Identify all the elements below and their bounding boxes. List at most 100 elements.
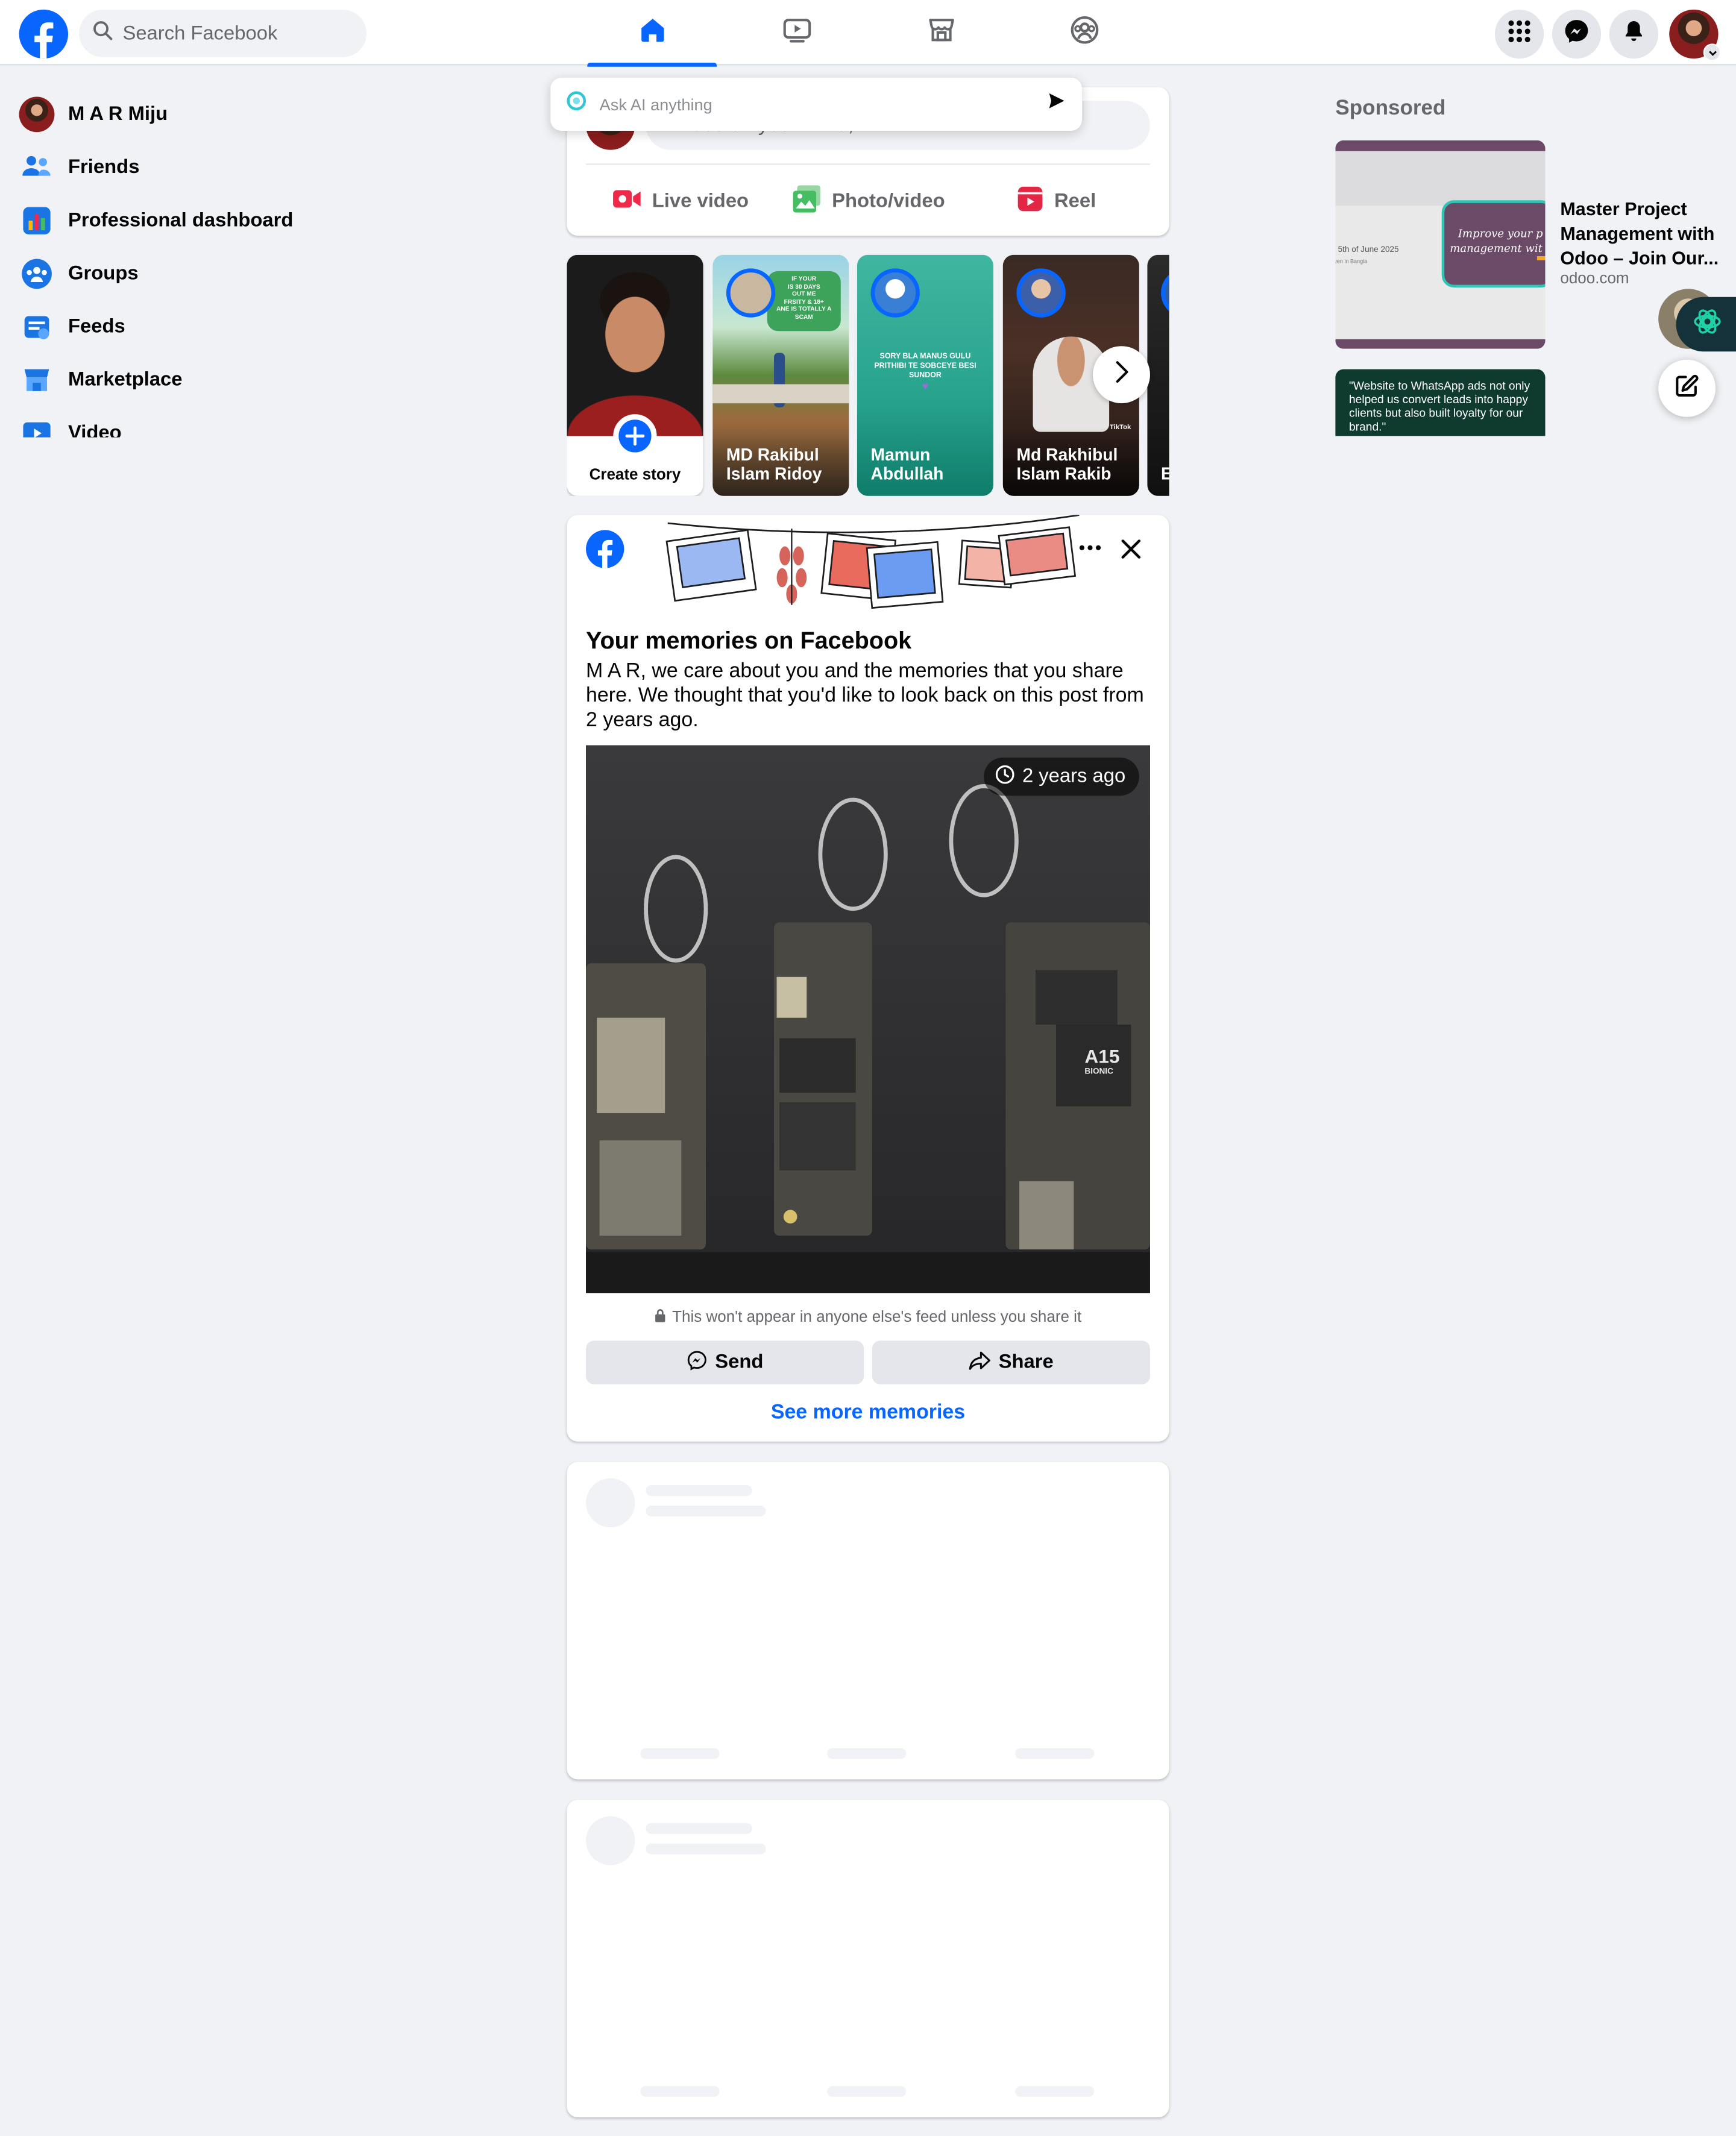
search-icon (93, 20, 113, 47)
odoo-ad-graphic: y, 5th of June 2025 given in Bangla Impr… (1335, 140, 1546, 349)
memories-title: Your memories on Facebook (586, 626, 912, 655)
grid-menu-icon (1507, 19, 1532, 50)
share-button[interactable]: Share (872, 1340, 1150, 1384)
tab-marketplace[interactable] (876, 0, 1006, 66)
photo-video-button[interactable]: Photo/video (774, 174, 962, 228)
stories-next-button[interactable] (1093, 346, 1150, 404)
ad-domain: odoo.com (1560, 271, 1629, 287)
ask-ai-input[interactable] (599, 95, 1033, 114)
story-author-avatar (1016, 268, 1066, 318)
story-text-overlay: SORY BLA MANUS GULU PRITHIBI TE SOBCEYE … (874, 353, 976, 393)
friends-icon (19, 149, 55, 185)
story-card[interactable]: SORY BLA MANUS GULU PRITHIBI TE SOBCEYE … (857, 254, 993, 496)
story-card[interactable]: E o (1147, 254, 1169, 496)
sidebar-item-label: Marketplace (68, 368, 183, 391)
sidebar-item-label: Feeds (68, 315, 125, 338)
close-icon[interactable] (1116, 534, 1146, 564)
privacy-note: This won't appear in anyone else's feed … (567, 1308, 1169, 1327)
create-story-card[interactable]: Create story (567, 254, 703, 496)
ask-ai-popup (550, 77, 1082, 131)
stories-tray: Create story IF YOUR IS 30 DAYS OUT ME F… (567, 254, 1169, 496)
tab-video[interactable] (732, 0, 861, 66)
loading-post-placeholder (567, 1462, 1169, 1780)
sidebar-item-label: M A R Miju (68, 102, 168, 125)
groups-icon (1069, 14, 1099, 51)
clock-icon (995, 764, 1016, 790)
sidebar-item-friends[interactable]: Friends (11, 140, 365, 193)
story-card[interactable]: IF YOUR IS 30 DAYS OUT ME FRSITY & 18+ A… (712, 254, 849, 496)
memories-body: M A R, we care about you and the memorie… (586, 659, 1144, 732)
sidebar-item-label: Groups (68, 262, 139, 284)
marketplace-icon (926, 14, 956, 51)
search-box[interactable] (79, 9, 367, 57)
ad-title[interactable]: Master Project Management with Odoo – Jo… (1560, 198, 1731, 271)
new-message-button[interactable] (1658, 359, 1716, 417)
sidebar-item-professional-dashboard[interactable]: Professional dashboard (11, 193, 365, 247)
plus-icon (613, 414, 657, 458)
tab-groups[interactable] (1019, 0, 1149, 66)
search-input[interactable] (122, 22, 341, 45)
svg-text:management wit: management wit (1450, 242, 1543, 255)
purple-heart-icon: ♥ (922, 380, 929, 393)
video-icon (781, 14, 811, 51)
top-navigation-bar (0, 0, 1736, 67)
story-author-avatar (726, 268, 776, 318)
home-icon (637, 14, 667, 51)
facebook-home-page: M A R Miju Friends Professional dashboar… (0, 0, 1736, 2136)
more-options-icon[interactable] (1077, 534, 1104, 561)
sidebar-item-feeds[interactable]: Feeds (11, 300, 365, 353)
story-fence (712, 384, 849, 404)
tab-home[interactable] (587, 0, 717, 67)
sidebar-item-label: Video (68, 421, 122, 438)
send-arrow-icon[interactable] (1046, 91, 1066, 117)
reel-icon (1016, 185, 1043, 218)
openai-icon (1691, 304, 1723, 344)
notifications-button[interactable] (1609, 9, 1659, 59)
compose-icon (1675, 372, 1699, 404)
send-button[interactable]: Send (586, 1340, 864, 1384)
menu-button[interactable] (1494, 9, 1544, 59)
ai-assistant-button[interactable] (1676, 297, 1736, 352)
divider (586, 163, 1150, 165)
sidebar-item-video[interactable]: Video (11, 406, 365, 438)
facebook-logo-icon[interactable] (19, 9, 69, 59)
memories-card: Your memories on Facebook M A R, we care… (567, 515, 1169, 1442)
ai-sparkle-icon (567, 91, 587, 117)
svg-text:y, 5th of June 2025: y, 5th of June 2025 (1335, 245, 1398, 254)
sidebar-item-label: Professional dashboard (68, 209, 294, 231)
account-avatar[interactable] (1669, 9, 1722, 61)
story-author-avatar (1161, 268, 1169, 318)
ad-image[interactable]: y, 5th of June 2025 given in Bangla Impr… (1335, 140, 1546, 349)
marketplace-icon (19, 362, 55, 397)
live-video-button[interactable]: Live video (586, 174, 774, 228)
chip-label: A15 (1084, 1045, 1119, 1067)
ad-quote-text: "Website to WhatsApp ads not only helped… (1348, 379, 1530, 433)
sidebar-item-label: Friends (68, 155, 140, 178)
time-badge: 2 years ago (984, 757, 1139, 796)
facebook-logo-icon (586, 530, 624, 568)
chevron-right-icon (1112, 359, 1131, 391)
left-sidebar: M A R Miju Friends Professional dashboar… (11, 87, 365, 438)
chip-sublabel: BIONIC (1084, 1066, 1113, 1075)
see-more-memories-link[interactable]: See more memories (567, 1401, 1169, 1424)
memory-photo[interactable]: A15 BIONIC 2 years ago (586, 745, 1150, 1293)
sidebar-item-marketplace[interactable]: Marketplace (11, 353, 365, 406)
profile-avatar (19, 96, 55, 132)
svg-text:given in Bangla: given in Bangla (1335, 258, 1368, 264)
ad-image[interactable]: "Website to WhatsApp ads not only helped… (1335, 369, 1546, 436)
reel-button[interactable]: Reel (962, 174, 1150, 228)
share-icon (969, 1349, 990, 1375)
chevron-down-icon (1703, 43, 1722, 61)
dashboard-icon (19, 203, 55, 238)
story-text-overlay: IF YOUR IS 30 DAYS OUT ME FRSITY & 18+ A… (767, 271, 841, 331)
bell-icon (1621, 19, 1646, 50)
messenger-icon (687, 1349, 707, 1375)
messenger-button[interactable] (1552, 9, 1602, 59)
photo-icon (791, 184, 821, 219)
sidebar-item-profile[interactable]: M A R Miju (11, 87, 365, 140)
sponsored-heading: Sponsored (1335, 96, 1446, 120)
messenger-icon (1563, 17, 1590, 51)
sidebar-item-groups[interactable]: Groups (11, 247, 365, 300)
svg-text:Improve your p: Improve your p (1458, 227, 1543, 240)
groups-icon (19, 256, 55, 291)
